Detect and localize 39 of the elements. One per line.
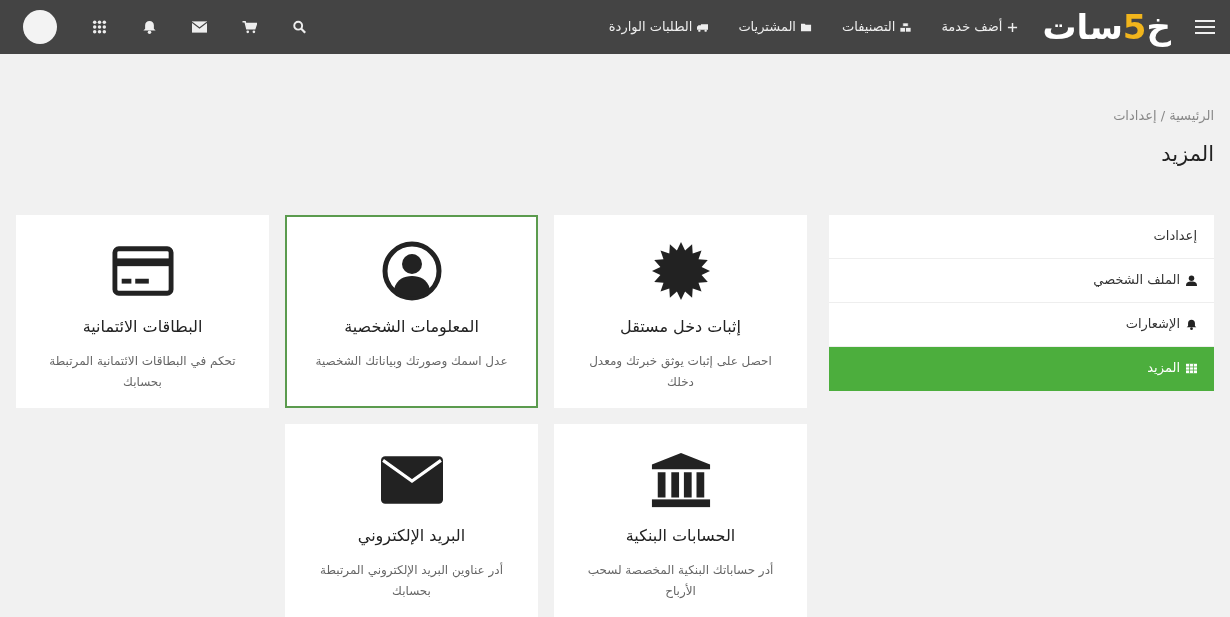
card-title: الحسابات البنكية bbox=[625, 524, 736, 547]
settings-card[interactable]: البطاقات الائتمانية تحكم في البطاقات الائتمانية المرتبطة بحسابك bbox=[16, 214, 269, 408]
truck-icon bbox=[697, 21, 709, 33]
sidebar-item[interactable]: الإشعارات bbox=[829, 302, 1214, 347]
card-description: عدل اسمك وصورتك وبياناتك الشخصية bbox=[315, 352, 508, 371]
settings-card[interactable]: إثبات دخل مستقل احصل على إثبات يوثق خبرتك ومعدل دخلك bbox=[554, 214, 807, 408]
card-title: البطاقات الائتمانية bbox=[82, 315, 203, 338]
breadcrumb: الرئيسية / إعدادات bbox=[1112, 107, 1214, 125]
card-description: أدر حساباتك البنكية المخصصة لسحب الأرباح bbox=[586, 561, 775, 601]
bell-icon bbox=[1186, 318, 1197, 330]
card-title: البريد الإلكتروني bbox=[357, 524, 466, 548]
sidebar-heading: إعدادات bbox=[1153, 227, 1197, 246]
plus-icon bbox=[1007, 21, 1019, 33]
page-title: المزيد bbox=[1160, 141, 1214, 167]
settings-card[interactable]: البريد الإلكتروني أدر عناوين البريد الإلكتروني المرتبطة بحسابك bbox=[285, 423, 538, 617]
card-title: المعلومات الشخصية bbox=[344, 315, 479, 338]
apps-icon[interactable] bbox=[92, 20, 107, 34]
avatar[interactable] bbox=[23, 10, 57, 44]
card-title: إثبات دخل مستقل bbox=[620, 315, 741, 338]
search-icon[interactable] bbox=[292, 20, 307, 34]
nav-link[interactable]: أضف خدمة bbox=[941, 17, 1019, 37]
grid-icon bbox=[1186, 362, 1197, 374]
envelope-icon[interactable] bbox=[192, 20, 207, 34]
card-description: أدر عناوين البريد الإلكتروني المرتبطة بحسابك bbox=[319, 561, 504, 601]
bell-icon[interactable] bbox=[142, 20, 157, 34]
card-description: احصل على إثبات يوثق خبرتك ومعدل دخلك bbox=[588, 352, 773, 392]
user-circle-icon bbox=[380, 240, 443, 301]
card-description: تحكم في البطاقات الائتمانية المرتبطة بحسابك bbox=[48, 352, 237, 392]
nav-link[interactable]: المشتريات bbox=[738, 17, 812, 37]
nav-link[interactable]: الطلبات الواردة bbox=[608, 17, 709, 37]
cubes-icon bbox=[900, 21, 912, 33]
folder-icon bbox=[801, 21, 812, 33]
menu-icon[interactable] bbox=[1195, 19, 1215, 35]
nav-link[interactable]: التصنيفات bbox=[842, 17, 912, 37]
settings-card[interactable]: المعلومات الشخصية عدل اسمك وصورتك وبياناتك الشخصية bbox=[285, 214, 538, 408]
user-icon bbox=[1186, 274, 1197, 286]
sidebar-item[interactable]: الملف الشخصي bbox=[829, 258, 1214, 303]
cart-icon[interactable] bbox=[242, 20, 257, 34]
settings-card[interactable]: الحسابات البنكية أدر حساباتك البنكية المخصصة لسحب الأرباح bbox=[554, 423, 807, 617]
